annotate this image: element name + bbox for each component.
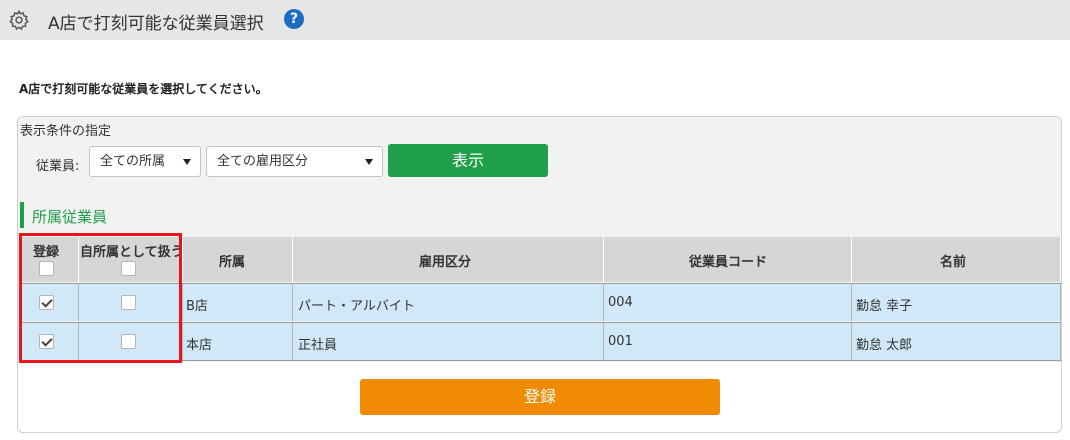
show-button[interactable]: 表示 [388,144,548,177]
table-row: B店 パート・アルバイト 004 勤怠 幸子 [19,283,1061,321]
register-all-checkbox[interactable] [39,261,54,276]
name-cell: 勤怠 太郎 [856,338,913,353]
column-header-name: 名前 [940,255,967,270]
employment-type-select-value: 全ての雇用区分 [217,154,309,169]
employment-type-select[interactable]: 全ての雇用区分 [206,146,383,177]
name-cell: 勤怠 幸子 [856,299,913,314]
register-button[interactable]: 登録 [360,379,720,415]
dropdown-arrow-icon [365,159,373,165]
column-header-employee-code: 従業員コード [689,255,768,270]
employee-code-cell: 001 [608,334,633,349]
dept-cell: 本店 [186,338,213,353]
page-title: A店で打刻可能な従業員選択 [48,14,264,34]
department-select[interactable]: 全ての所属 [89,146,201,177]
employee-filter-label: 従業員: [36,159,80,174]
question-circle-icon[interactable]: ? [284,9,304,29]
instruction-text: A店で打刻可能な従業員を選択してください。 [19,82,268,96]
gear-icon[interactable] [8,9,30,31]
table-header-row: 登録 自所属として扱う 所属 雇用区分 従業員コード 名前 [19,237,1061,282]
section-title: 所属従業員 [32,208,108,226]
register-checkbox[interactable] [39,295,54,310]
own-dept-all-checkbox[interactable] [121,261,136,276]
employment-type-cell: 正社員 [298,338,338,353]
column-header-register: 登録 [33,245,60,260]
dept-cell: B店 [186,299,208,314]
table-row: 本店 正社員 001 勤怠 太郎 [19,322,1061,361]
department-select-value: 全ての所属 [100,154,166,169]
title-bar: A店で打刻可能な従業員選択 ? [0,0,1070,40]
employee-code-cell: 004 [608,295,633,310]
column-header-employment-type: 雇用区分 [419,255,472,270]
employment-type-cell: パート・アルバイト [298,299,415,314]
column-header-own-dept: 自所属として扱う [80,245,184,260]
column-header-dept: 所属 [219,255,246,270]
dropdown-arrow-icon [183,159,191,165]
own-dept-checkbox[interactable] [121,295,136,310]
section-accent-bar [20,202,24,228]
filter-section-label: 表示条件の指定 [20,124,112,139]
own-dept-checkbox[interactable] [121,334,136,349]
register-checkbox[interactable] [39,334,54,349]
